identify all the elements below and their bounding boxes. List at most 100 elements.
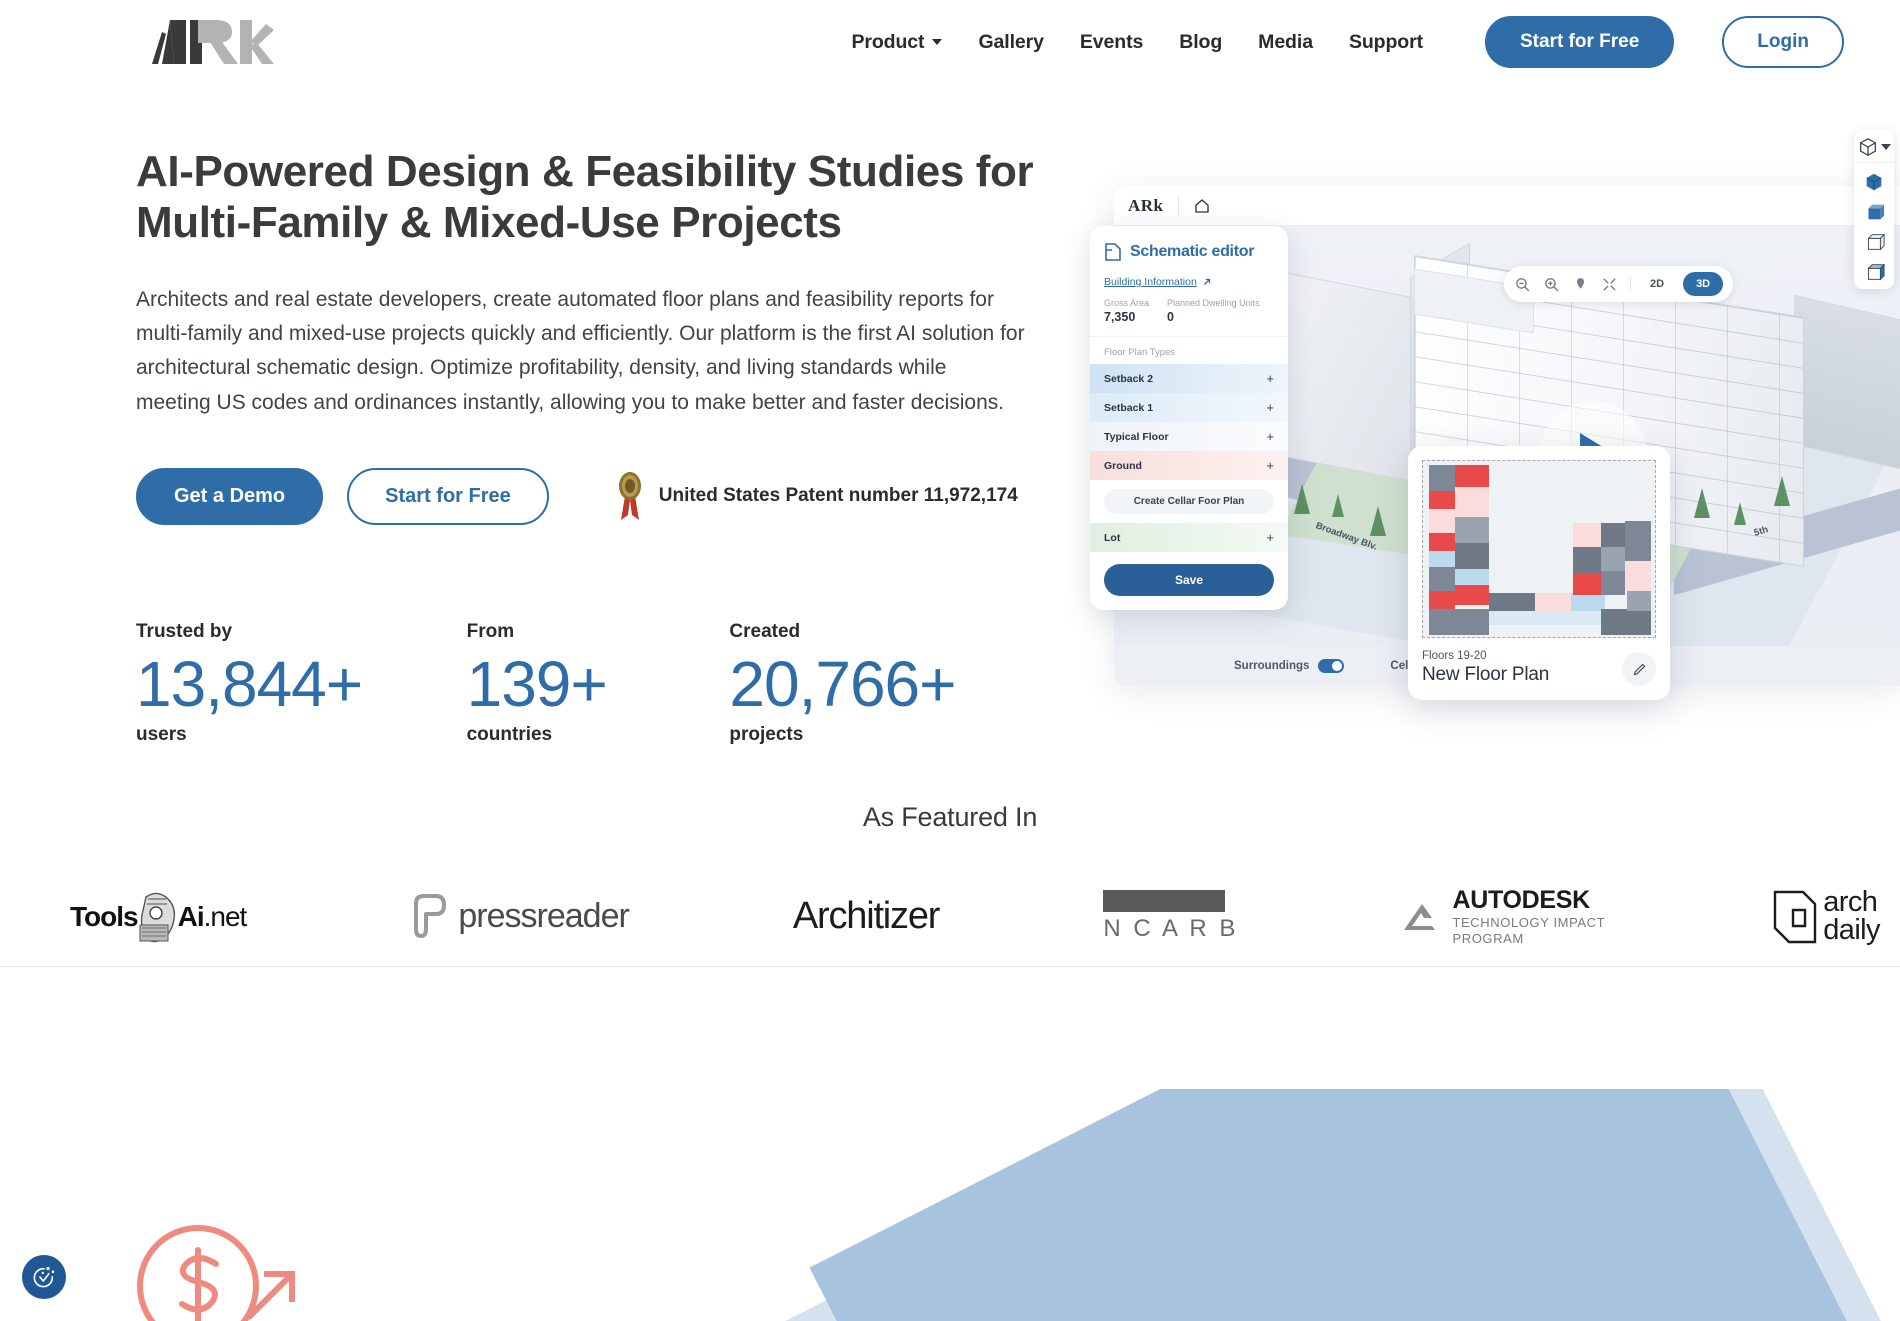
nav-item-media[interactable]: Media xyxy=(1258,31,1313,54)
accessibility-widget-button[interactable] xyxy=(22,1255,66,1299)
logo-ncarb[interactable]: N C A R B xyxy=(1103,890,1238,943)
floor-row-lot[interactable]: Lot + xyxy=(1090,523,1288,552)
building-information-link[interactable]: Building Information xyxy=(1090,272,1288,296)
hero-section: AI-Powered Design & Feasibility Studies … xyxy=(0,84,1900,746)
logo-text: N C A R B xyxy=(1103,915,1239,943)
hero-cta-row: Get a Demo Start for Free United States … xyxy=(136,467,1060,525)
featured-logos-row: Tools Ai .net pressreader Architizer N C… xyxy=(0,867,1900,968)
row-label: Lot xyxy=(1104,531,1121,544)
stat-countries: From 139+ countries xyxy=(467,621,730,747)
logo-autodesk[interactable]: AUTODESK TECHNOLOGY IMPACT PROGRAM xyxy=(1402,886,1605,948)
nav-start-for-free-button[interactable]: Start for Free xyxy=(1484,16,1675,68)
cube-half-icon[interactable] xyxy=(1863,261,1885,283)
floor-plan-text: Floors 19-20 New Floor Plan xyxy=(1422,650,1549,686)
add-icon[interactable]: + xyxy=(1266,371,1274,386)
nav-login-button[interactable]: Login xyxy=(1722,16,1844,68)
get-a-demo-button[interactable]: Get a Demo xyxy=(136,467,324,525)
add-icon[interactable]: + xyxy=(1266,400,1274,415)
stat-label-top: From xyxy=(466,620,515,642)
diagonal-band-dark xyxy=(809,1089,1900,1321)
floor-row-ground[interactable]: Ground + xyxy=(1090,451,1288,480)
dollar-growth-icon xyxy=(137,1225,295,1321)
nav-item-product[interactable]: Product xyxy=(851,31,943,54)
logo-subtext: TECHNOLOGY IMPACT xyxy=(1452,915,1606,931)
row-label: Setback 1 xyxy=(1104,401,1154,414)
fit-to-screen-icon[interactable] xyxy=(1601,276,1618,293)
logo-pressreader[interactable]: pressreader xyxy=(410,893,630,941)
metric-gross-area: Gross Area 7,350 xyxy=(1104,298,1149,324)
mockup-topbar: ARk xyxy=(1114,186,1900,226)
nav-label: Events xyxy=(1079,30,1144,53)
mockup-app-logo: ARk xyxy=(1128,195,1164,215)
row-label: Ground xyxy=(1104,459,1142,472)
nav-label: Gallery xyxy=(978,30,1044,53)
chevron-down-icon xyxy=(1881,144,1891,150)
zoom-in-icon[interactable] xyxy=(1543,276,1560,293)
stat-label-bottom: projects xyxy=(729,724,804,746)
building-metrics: Gross Area 7,350 Planned Dwelling Units … xyxy=(1090,296,1288,337)
patent-text: United States Patent number 11,972,174 xyxy=(658,485,1018,507)
logo-toolsforai[interactable]: Tools Ai .net xyxy=(70,887,248,947)
logo-text: Architizer xyxy=(792,895,941,938)
cube-solid-icon[interactable] xyxy=(1863,171,1885,193)
stat-projects: Created 20,766+ projects xyxy=(729,621,1060,747)
tree-icon xyxy=(1694,488,1710,518)
autodesk-mark-icon xyxy=(1404,903,1436,930)
tree-icon xyxy=(1734,502,1746,525)
hero-start-for-free-button[interactable]: Start for Free xyxy=(347,467,549,525)
toggle-surroundings[interactable]: Surroundings xyxy=(1234,659,1345,673)
ark-logo[interactable] xyxy=(140,12,315,72)
home-icon[interactable] xyxy=(1193,197,1211,215)
tree-icon xyxy=(1774,476,1790,506)
nav-item-blog[interactable]: Blog xyxy=(1179,31,1222,54)
add-icon[interactable]: + xyxy=(1266,530,1274,545)
neighbor-building-right xyxy=(1794,294,1900,472)
floor-plan-subtitle: Floors 19-20 xyxy=(1422,650,1487,662)
logo-architizer[interactable]: Architizer xyxy=(792,895,941,938)
floor-row-typical-floor[interactable]: Typical Floor + xyxy=(1090,422,1288,451)
metric-label: Planned Dwelling Units xyxy=(1167,298,1260,308)
logo-text: .net xyxy=(203,900,248,932)
floor-plan-title: New Floor Plan xyxy=(1422,664,1550,685)
nav-item-gallery[interactable]: Gallery xyxy=(978,30,1044,54)
create-cellar-floor-plan-button[interactable]: Create Cellar Foor Plan xyxy=(1104,489,1274,514)
schematic-editor-panel: Schematic editor Building Information Gr… xyxy=(1090,226,1288,610)
pricing-illustration xyxy=(130,1204,310,1321)
zoom-out-icon[interactable] xyxy=(1514,276,1531,293)
metric-value: 0 xyxy=(1167,310,1174,324)
cube-front-icon[interactable] xyxy=(1863,201,1885,223)
editor-title: Schematic editor xyxy=(1130,243,1255,260)
logo-archdaily[interactable]: arch daily xyxy=(1769,886,1881,948)
logo-text: arch xyxy=(1823,886,1878,919)
autodesk-wordmark: AUTODESK TECHNOLOGY IMPACT PROGRAM xyxy=(1452,886,1605,948)
pin-icon[interactable] xyxy=(1572,276,1589,293)
metric-label: Gross Area xyxy=(1104,298,1150,308)
view-mode-2d-button[interactable]: 2D xyxy=(1643,274,1671,294)
floor-plan-thumbnail[interactable] xyxy=(1422,460,1656,638)
view-cube-panel xyxy=(1854,130,1894,289)
nav-label: Media xyxy=(1258,30,1313,53)
save-button[interactable]: Save xyxy=(1104,564,1274,596)
site-header: Product Gallery Events Blog Media Suppor… xyxy=(0,0,1900,84)
floor-plan-card-footer: Floors 19-20 New Floor Plan xyxy=(1422,638,1656,700)
view-cube-header[interactable] xyxy=(1854,136,1894,163)
archdaily-mark-icon xyxy=(1774,890,1817,944)
add-icon[interactable]: + xyxy=(1266,458,1274,473)
floor-row-setback-2[interactable]: Setback 2 + xyxy=(1090,364,1288,393)
toggle-label: Surroundings xyxy=(1234,660,1310,672)
toggle-switch-on[interactable] xyxy=(1318,659,1345,673)
view-mode-3d-button[interactable]: 3D xyxy=(1683,272,1724,296)
editor-title-row: Schematic editor xyxy=(1090,242,1288,272)
nav-item-events[interactable]: Events xyxy=(1080,31,1143,54)
floorplan-icon xyxy=(1105,243,1121,261)
add-icon[interactable]: + xyxy=(1266,429,1274,444)
cube-outline-icon[interactable] xyxy=(1863,231,1885,253)
edit-floor-plan-button[interactable] xyxy=(1622,652,1656,686)
ncarb-bar xyxy=(1103,890,1226,913)
nav-label: Blog xyxy=(1179,30,1223,53)
floor-row-setback-1[interactable]: Setback 1 + xyxy=(1090,393,1288,422)
stat-value: 20,766+ xyxy=(729,647,956,720)
floor-plan-types-label: Floor Plan Types xyxy=(1104,347,1176,358)
nav-item-support[interactable]: Support xyxy=(1349,31,1423,54)
tree-icon xyxy=(1294,484,1310,514)
